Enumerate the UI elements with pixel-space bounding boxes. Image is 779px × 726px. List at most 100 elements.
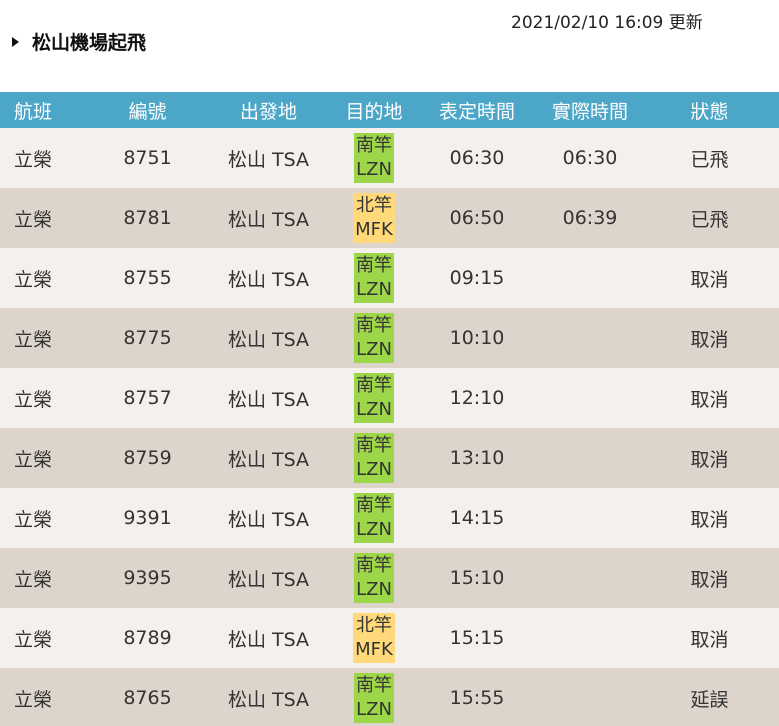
destination-code: LZN (356, 399, 392, 420)
table-row: 立榮 8759 松山 TSA 南竿 LZN 13:10 取消 (0, 428, 779, 488)
status-cell: 取消 (690, 448, 729, 471)
destination-cell: 南竿 LZN (334, 368, 414, 428)
destination-cell: 南竿 LZN (334, 668, 414, 726)
flight-number-cell: 8759 (123, 447, 172, 469)
destination-badge: 南竿 LZN (354, 673, 394, 723)
flight-rows: 立榮 8751 松山 TSA 南竿 LZN 06:30 06:30 已飛 立榮 8781 松山 TS… (0, 128, 779, 726)
destination-badge: 南竿 LZN (354, 493, 394, 543)
actual-time-cell (540, 248, 640, 308)
flight-number-cell: 8751 (123, 147, 172, 169)
actual-time-cell (540, 668, 640, 726)
status-cell: 已飛 (690, 148, 729, 171)
destination-code: LZN (356, 159, 392, 180)
section-title: 松山機場起飛 (12, 28, 146, 55)
destination-code: LZN (356, 519, 392, 540)
table-header-row: 航班 編號 出發地 目的地 表定時間 實際時間 狀態 (0, 92, 779, 128)
origin-cell: 松山 TSA (227, 568, 310, 591)
flight-number-cell: 9391 (123, 507, 172, 529)
origin-cell: 松山 TSA (227, 268, 310, 291)
destination-code: LZN (356, 339, 392, 360)
status-cell: 取消 (690, 568, 729, 591)
destination-code: MFK (355, 219, 393, 240)
updated-timestamp: 2021/02/10 16:09 更新 (511, 13, 703, 33)
destination-name: 南竿 (356, 375, 392, 396)
scheduled-time-cell: 10:10 (449, 327, 505, 349)
destination-code: LZN (356, 579, 392, 600)
airline-cell: 立榮 (14, 268, 53, 291)
destination-badge: 北竿 MFK (353, 193, 395, 243)
destination-name: 南竿 (356, 495, 392, 516)
airline-cell: 立榮 (14, 508, 53, 531)
origin-cell: 松山 TSA (227, 508, 310, 531)
actual-time-cell (540, 368, 640, 428)
airline-cell: 立榮 (14, 208, 53, 231)
origin-cell: 松山 TSA (227, 628, 310, 651)
destination-name: 南竿 (356, 315, 392, 336)
destination-code: LZN (356, 279, 392, 300)
origin-cell: 松山 TSA (227, 688, 310, 711)
actual-time-cell: 06:39 (562, 207, 618, 229)
table-row: 立榮 9391 松山 TSA 南竿 LZN 14:15 取消 (0, 488, 779, 548)
destination-name: 北竿 (356, 615, 392, 636)
destination-name: 南竿 (356, 255, 392, 276)
scheduled-time-cell: 15:15 (449, 627, 505, 649)
table-row: 立榮 8775 松山 TSA 南竿 LZN 10:10 取消 (0, 308, 779, 368)
column-header-status: 狀態 (690, 100, 729, 123)
destination-badge: 南竿 LZN (354, 553, 394, 603)
destination-name: 南竿 (356, 675, 392, 696)
scheduled-time-cell: 13:10 (449, 447, 505, 469)
airline-cell: 立榮 (14, 328, 53, 351)
actual-time-cell (540, 548, 640, 608)
status-cell: 取消 (690, 508, 729, 531)
status-cell: 取消 (690, 268, 729, 291)
scheduled-time-cell: 06:50 (449, 207, 505, 229)
destination-name: 南竿 (356, 135, 392, 156)
actual-time-cell (540, 608, 640, 668)
table-row: 立榮 8751 松山 TSA 南竿 LZN 06:30 06:30 已飛 (0, 128, 779, 188)
destination-badge: 南竿 LZN (354, 373, 394, 423)
destination-cell: 南竿 LZN (334, 548, 414, 608)
actual-time-cell: 06:30 (562, 147, 618, 169)
status-cell: 取消 (690, 388, 729, 411)
status-cell: 取消 (690, 328, 729, 351)
destination-cell: 南竿 LZN (334, 128, 414, 188)
column-header-destination: 目的地 (345, 100, 403, 123)
destination-code: LZN (356, 699, 392, 720)
destination-badge: 南竿 LZN (354, 133, 394, 183)
origin-cell: 松山 TSA (227, 388, 310, 411)
flight-number-cell: 9395 (123, 567, 172, 589)
airline-cell: 立榮 (14, 688, 53, 711)
origin-cell: 松山 TSA (227, 448, 310, 471)
destination-code: LZN (356, 459, 392, 480)
actual-time-cell (540, 308, 640, 368)
airline-cell: 立榮 (14, 148, 53, 171)
flight-number-cell: 8755 (123, 267, 172, 289)
destination-name: 南竿 (356, 555, 392, 576)
flight-number-cell: 8757 (123, 387, 172, 409)
origin-cell: 松山 TSA (227, 208, 310, 231)
column-header-number: 編號 (128, 100, 167, 123)
actual-time-cell (540, 488, 640, 548)
flight-number-cell: 8781 (123, 207, 172, 229)
scheduled-time-cell: 15:55 (449, 687, 505, 709)
destination-cell: 北竿 MFK (334, 188, 414, 248)
section-title-text: 松山機場起飛 (32, 32, 147, 54)
flight-number-cell: 8775 (123, 327, 172, 349)
destination-name: 南竿 (356, 435, 392, 456)
airline-cell: 立榮 (14, 388, 53, 411)
table-row: 立榮 8781 松山 TSA 北竿 MFK 06:50 06:39 已飛 (0, 188, 779, 248)
triangle-bullet-icon (12, 36, 19, 47)
scheduled-time-cell: 06:30 (449, 147, 505, 169)
destination-badge: 北竿 MFK (353, 613, 395, 663)
flight-number-cell: 8765 (123, 687, 172, 709)
table-row: 立榮 8789 松山 TSA 北竿 MFK 15:15 取消 (0, 608, 779, 668)
scheduled-time-cell: 09:15 (449, 267, 505, 289)
destination-cell: 南竿 LZN (334, 248, 414, 308)
origin-cell: 松山 TSA (227, 148, 310, 171)
scheduled-time-cell: 15:10 (449, 567, 505, 589)
table-row: 立榮 8757 松山 TSA 南竿 LZN 12:10 取消 (0, 368, 779, 428)
table-row: 立榮 8755 松山 TSA 南竿 LZN 09:15 取消 (0, 248, 779, 308)
destination-badge: 南竿 LZN (354, 313, 394, 363)
destination-cell: 南竿 LZN (334, 308, 414, 368)
airline-cell: 立榮 (14, 568, 53, 591)
